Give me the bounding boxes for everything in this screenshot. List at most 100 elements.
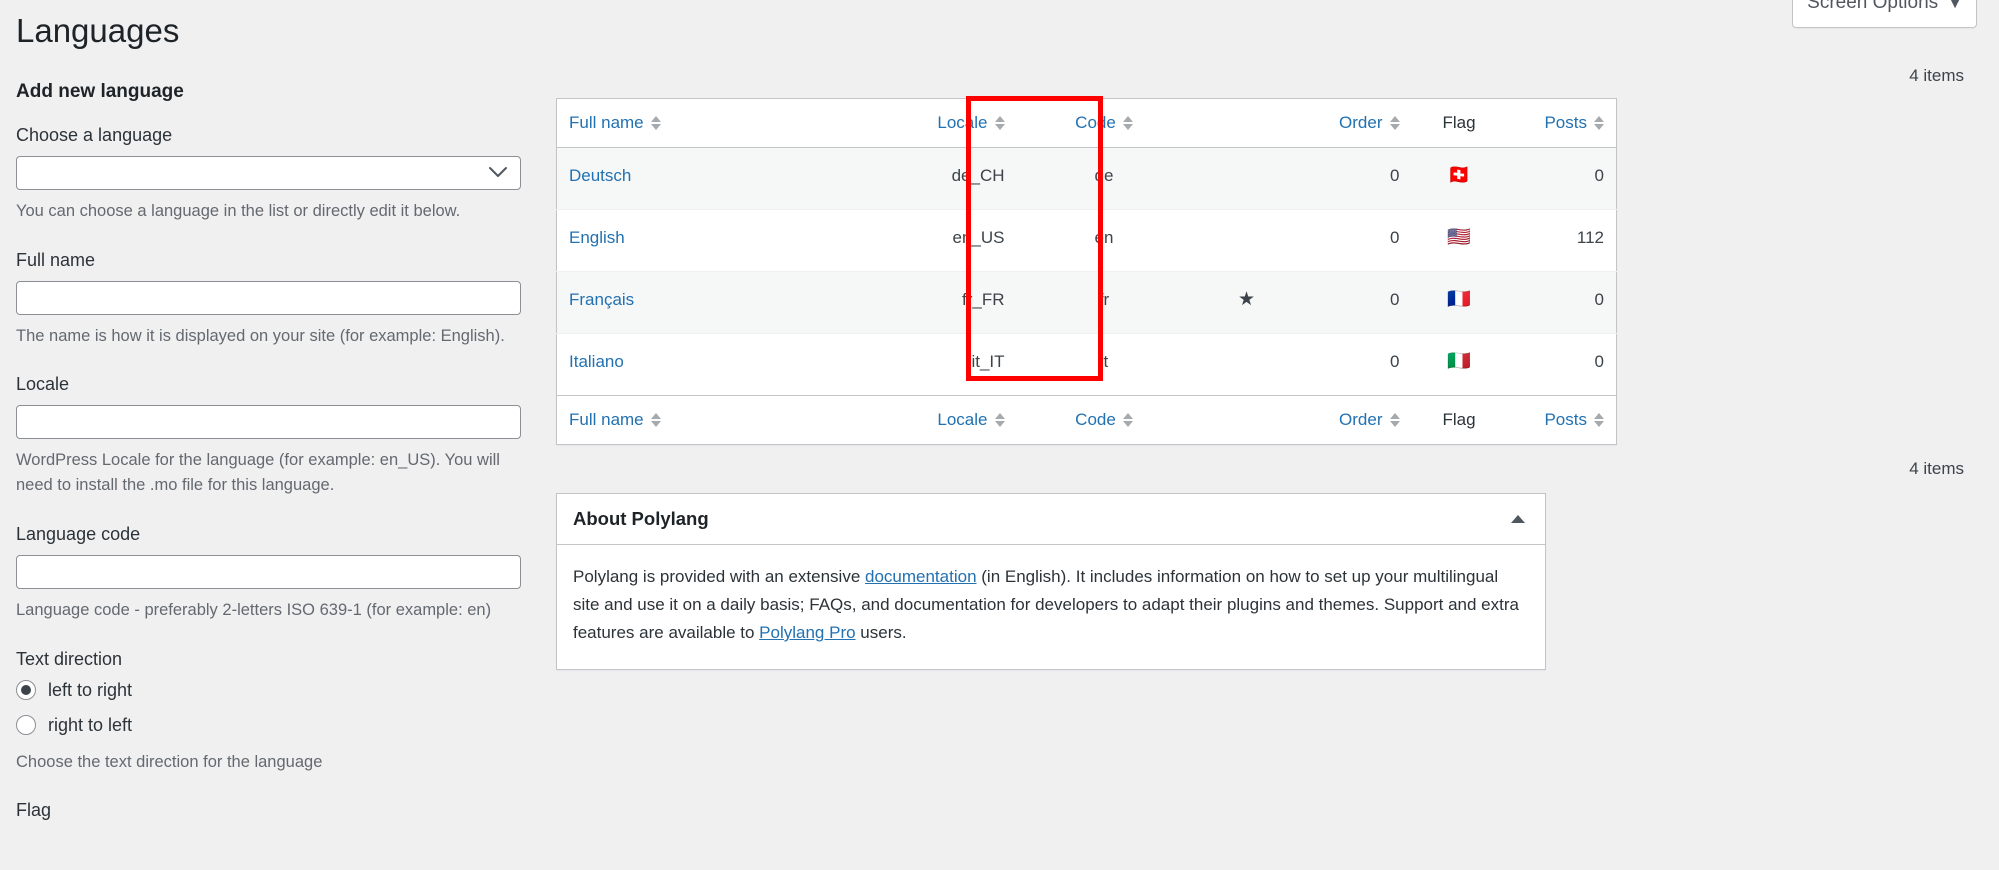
radio-ltr-label: left to right [48, 679, 133, 700]
languages-table-head: Full name Locale Code Order Flag Posts [556, 98, 1617, 148]
language-link[interactable]: Deutsch [569, 166, 631, 185]
cell-code: en [1016, 209, 1192, 272]
items-count-bottom: 4 items [1909, 459, 1964, 478]
column-header-flag-label: Flag [1442, 113, 1476, 132]
locale-field-block: Locale WordPress Locale for the language… [16, 374, 536, 498]
language-link[interactable]: Italiano [569, 352, 624, 371]
sort-arrows-icon[interactable] [1389, 413, 1400, 427]
add-new-language-heading: Add new language [16, 80, 184, 102]
polylang-pro-link[interactable]: Polylang Pro [759, 623, 855, 642]
sort-arrows-icon[interactable] [650, 116, 661, 130]
sort-link-order[interactable]: Order [1339, 410, 1382, 430]
footer-column-header-flag: Flag [1411, 395, 1507, 445]
about-polylang-title: About Polylang [573, 508, 709, 529]
radio-rtl[interactable] [16, 715, 36, 736]
locale-help: WordPress Locale for the language (for e… [16, 451, 500, 495]
cell-order: 0 [1301, 333, 1412, 396]
cell-locale: en_US [856, 209, 1017, 272]
cell-flag: 🇺🇸 [1411, 209, 1507, 272]
column-header-full-name[interactable]: Full name [556, 98, 857, 148]
language-code-field-block: Language code Language code - preferably… [16, 524, 536, 623]
page-title: Languages [16, 12, 180, 49]
sort-arrows-icon[interactable] [650, 413, 661, 427]
radio-ltr[interactable] [16, 680, 36, 701]
sort-link-code[interactable]: Code [1075, 410, 1116, 430]
cell-locale: fr_FR [856, 271, 1017, 334]
cell-order: 0 [1301, 147, 1412, 210]
column-header-order[interactable]: Order [1301, 98, 1412, 148]
footer-column-header-order[interactable]: Order [1301, 395, 1412, 445]
about-polylang-postbox: About Polylang Polylang is provided with… [556, 493, 1546, 671]
sort-link-locale[interactable]: Locale [937, 410, 987, 430]
about-text-part-3: users. [855, 623, 907, 643]
sort-link-locale[interactable]: Locale [937, 113, 987, 133]
sort-link-posts[interactable]: Posts [1544, 113, 1587, 133]
sort-arrows-icon[interactable] [1389, 116, 1400, 130]
sort-arrows-icon[interactable] [1594, 116, 1604, 130]
cell-posts: 0 [1506, 271, 1617, 334]
cell-full-name: Français [556, 271, 857, 334]
languages-table-foot: Full name Locale Code Order Flag Posts [556, 395, 1617, 445]
cell-code: it [1016, 333, 1192, 396]
text-direction-option-rtl[interactable]: right to left [16, 715, 536, 736]
column-header-default [1191, 98, 1302, 148]
sort-arrows-icon[interactable] [1594, 413, 1604, 427]
cell-order: 0 [1301, 209, 1412, 272]
footer-column-header-full-name[interactable]: Full name [556, 395, 857, 445]
cell-locale: it_IT [856, 333, 1017, 396]
about-polylang-header[interactable]: About Polylang [557, 494, 1545, 545]
locale-label: Locale [16, 374, 70, 395]
text-direction-field-block: Text direction left to right right to le… [16, 649, 536, 775]
flag-italy-icon: 🇮🇹 [1447, 351, 1471, 372]
flag-switzerland-icon: 🇨🇭 [1447, 165, 1471, 186]
column-header-flag: Flag [1411, 98, 1507, 148]
flag-united-states-icon: 🇺🇸 [1447, 227, 1471, 248]
footer-column-header-locale[interactable]: Locale [856, 395, 1017, 445]
footer-column-header-code[interactable]: Code [1016, 395, 1192, 445]
sort-link-full-name[interactable]: Full name [569, 410, 644, 430]
column-header-posts[interactable]: Posts [1506, 98, 1617, 148]
language-link[interactable]: English [569, 228, 625, 247]
cell-full-name: Deutsch [556, 147, 857, 210]
text-direction-label: Text direction [16, 648, 123, 669]
table-row: Français fr_FR fr ★ 0 🇫🇷 0 [556, 271, 1617, 334]
sort-link-posts[interactable]: Posts [1544, 410, 1587, 430]
locale-input[interactable] [16, 405, 521, 440]
languages-list-column: 4 items Full name Locale Code Order Flag… [556, 0, 1976, 671]
language-link[interactable]: Français [569, 290, 634, 309]
text-direction-option-ltr[interactable]: left to right [16, 680, 536, 701]
chevron-up-icon[interactable] [1511, 515, 1525, 523]
sort-arrows-icon[interactable] [994, 413, 1005, 427]
choose-language-field-block: Choose a language You can choose a langu… [16, 125, 536, 224]
column-header-locale[interactable]: Locale [856, 98, 1017, 148]
cell-flag: 🇮🇹 [1411, 333, 1507, 396]
column-header-code[interactable]: Code [1016, 98, 1192, 148]
table-row: English en_US en 0 🇺🇸 112 [556, 209, 1617, 272]
items-count-top: 4 items [1909, 66, 1964, 85]
flag-field-block: Flag [16, 800, 536, 821]
cell-posts: 0 [1506, 333, 1617, 396]
language-code-input[interactable] [16, 554, 521, 589]
full-name-input[interactable] [16, 280, 521, 315]
sort-link-code[interactable]: Code [1075, 113, 1116, 133]
choose-language-help: You can choose a language in the list or… [16, 201, 461, 220]
footer-column-header-posts[interactable]: Posts [1506, 395, 1617, 445]
cell-flag: 🇨🇭 [1411, 147, 1507, 210]
about-text-part-1: Polylang is provided with an extensive [573, 567, 865, 586]
choose-language-select[interactable] [16, 155, 521, 190]
text-direction-help: Choose the text direction for the langua… [16, 752, 323, 771]
flag-france-icon: 🇫🇷 [1447, 289, 1471, 310]
sort-link-full-name[interactable]: Full name [569, 113, 644, 133]
cell-order: 0 [1301, 271, 1412, 334]
sort-link-order[interactable]: Order [1339, 113, 1382, 133]
cell-code: de [1016, 147, 1192, 210]
sort-arrows-icon[interactable] [1122, 413, 1133, 427]
cell-posts: 0 [1506, 147, 1617, 210]
radio-rtl-label: right to left [48, 714, 133, 735]
cell-posts: 112 [1506, 209, 1617, 272]
documentation-link[interactable]: documentation [865, 567, 977, 586]
languages-table-body: Deutsch de_CH de 0 🇨🇭 0 English en_US en… [556, 147, 1617, 396]
sort-arrows-icon[interactable] [1122, 116, 1133, 130]
full-name-help: The name is how it is displayed on your … [16, 326, 505, 345]
sort-arrows-icon[interactable] [994, 116, 1005, 130]
